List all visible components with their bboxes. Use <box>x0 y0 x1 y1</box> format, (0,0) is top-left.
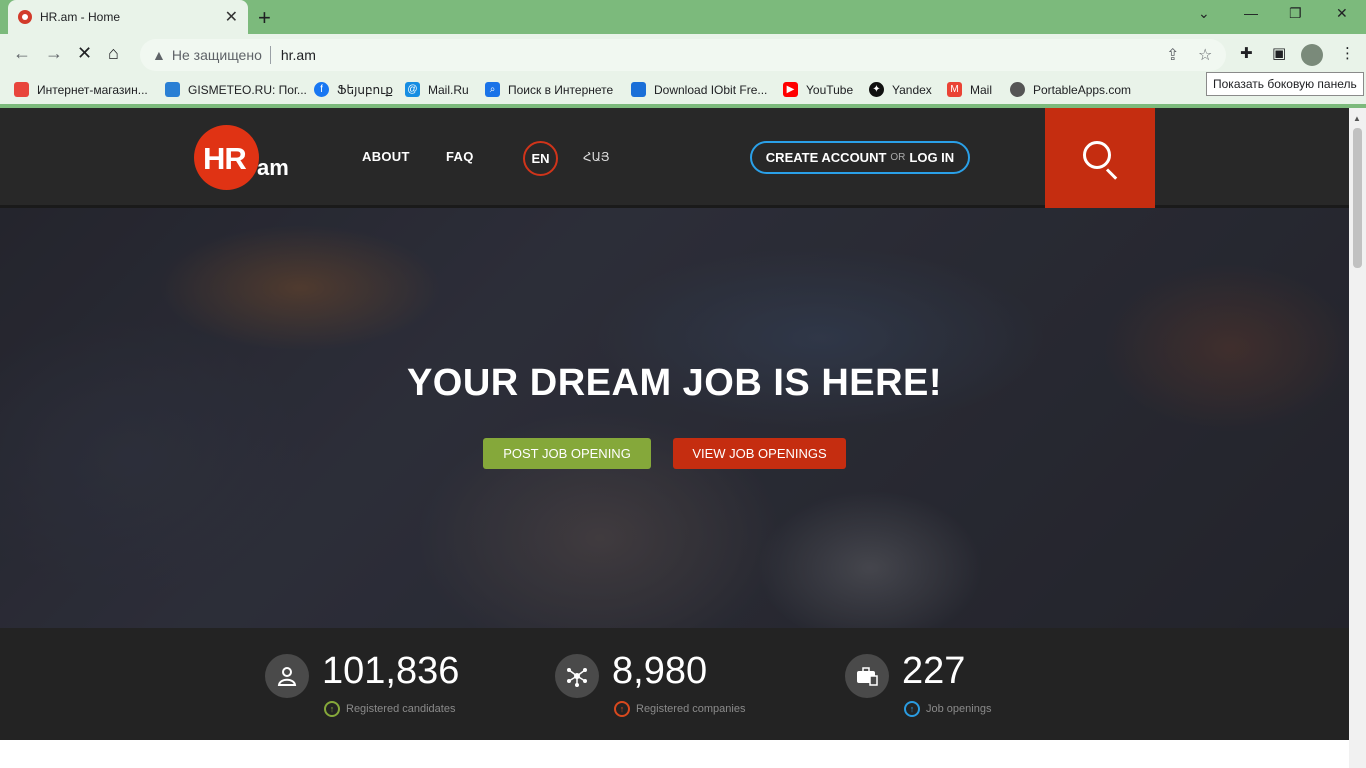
bookmark-item[interactable]: f Ֆեյսբուք <box>314 82 393 97</box>
stats-bar: 101,836 ↑ Registered candidates 8,980 ↑ … <box>0 628 1349 740</box>
bookmark-favicon-icon: @ <box>405 82 420 97</box>
tab-close-icon[interactable]: ✕ <box>225 7 238 27</box>
bookmark-favicon-icon <box>631 82 646 97</box>
bookmark-item[interactable]: ⌕ Поиск в Интернете <box>485 82 613 97</box>
login-link[interactable]: LOG IN <box>909 150 954 165</box>
bookmark-item[interactable]: ✦ Yandex <box>869 82 932 97</box>
arrow-up-icon: ↑ <box>614 701 630 717</box>
arrow-up-icon: ↑ <box>324 701 340 717</box>
tab-search-icon[interactable]: ⌄ <box>1198 5 1210 22</box>
view-job-openings-button[interactable]: VIEW JOB OPENINGS <box>673 438 846 469</box>
minimize-button[interactable]: — <box>1244 5 1258 21</box>
bookmark-favicon-icon: ⌕ <box>485 82 500 97</box>
close-window-button[interactable]: ✕ <box>1336 5 1348 22</box>
scrollbar-thumb[interactable] <box>1353 128 1362 268</box>
browser-tab[interactable]: HR.am - Home ✕ <box>8 0 248 34</box>
stop-loading-icon[interactable]: ✕ <box>77 43 92 64</box>
bookmark-item[interactable]: PortableApps.com <box>1010 82 1131 97</box>
candidates-count: 101,836 <box>322 650 460 692</box>
new-tab-button[interactable]: + <box>258 5 271 31</box>
create-account-link[interactable]: CREATE ACCOUNT <box>766 150 887 165</box>
logo-hr-text: HR <box>203 141 247 176</box>
bookmarks-bar: Интернет-магазин... GISMETEO.RU: Пог... … <box>0 76 1366 104</box>
browser-frame: HR.am - Home ✕ + ⌄ — ❐ ✕ ← → ✕ ⌂ ▲ Не за… <box>0 0 1366 108</box>
maximize-button[interactable]: ❐ <box>1289 5 1302 22</box>
site-header: HR am ABOUT FAQ EN ՀԱՅ CREATE ACCOUNT OR… <box>0 108 1349 208</box>
search-icon <box>1083 141 1111 169</box>
bookmark-item[interactable]: ▶ YouTube <box>783 82 853 97</box>
job-openings-label: ↑ Job openings <box>904 701 991 717</box>
or-separator: OR <box>890 152 906 163</box>
bookmark-star-icon[interactable]: ☆ <box>1198 45 1212 65</box>
create-account-login-button[interactable]: CREATE ACCOUNT OR LOG IN <box>750 141 970 174</box>
nav-faq[interactable]: FAQ <box>446 149 474 164</box>
bookmark-favicon-icon: f <box>314 82 329 97</box>
security-label[interactable]: Не защищено <box>172 47 262 63</box>
language-hy-button[interactable]: ՀԱՅ <box>583 150 610 164</box>
url-text[interactable]: hr.am <box>281 47 316 63</box>
hero-headline: YOUR DREAM JOB IS HERE! <box>406 362 943 404</box>
nav-about[interactable]: ABOUT <box>362 149 410 164</box>
bookmark-item[interactable]: GISMETEO.RU: Пог... <box>165 82 307 97</box>
bookmark-favicon-icon <box>165 82 180 97</box>
side-panel-tooltip: Показать боковую панель <box>1206 72 1364 96</box>
web-page: HR am ABOUT FAQ EN ՀԱՅ CREATE ACCOUNT OR… <box>0 108 1349 768</box>
bookmark-favicon-icon <box>1010 82 1025 97</box>
candidates-label: ↑ Registered candidates <box>324 701 455 717</box>
companies-label: ↑ Registered companies <box>614 701 745 717</box>
page-below-fold <box>0 740 1349 768</box>
candidate-icon <box>265 654 309 698</box>
side-panel-icon[interactable]: ▣ <box>1272 44 1286 62</box>
language-en-button[interactable]: EN <box>523 141 558 176</box>
back-arrow-icon[interactable]: ← <box>13 43 31 64</box>
share-icon[interactable]: ⇪ <box>1166 45 1179 65</box>
yandex-icon: ✦ <box>869 82 884 97</box>
arrow-up-icon: ↑ <box>904 701 920 717</box>
search-button[interactable] <box>1045 108 1155 208</box>
search-icon-handle <box>1105 168 1118 180</box>
menu-kebab-icon[interactable]: ⋮ <box>1340 44 1355 62</box>
address-bar[interactable]: ▲ Не защищено hr.am ⇪ ☆ <box>140 39 1226 71</box>
hr-am-logo[interactable]: HR am <box>194 124 294 192</box>
gmail-icon: M <box>947 82 962 97</box>
scroll-up-icon[interactable]: ▲ <box>1353 114 1361 123</box>
network-icon <box>555 654 599 698</box>
post-job-opening-button[interactable]: POST JOB OPENING <box>483 438 651 469</box>
bookmark-favicon-icon <box>14 82 29 97</box>
tab-strip: HR.am - Home ✕ + ⌄ — ❐ ✕ <box>0 0 1366 34</box>
address-separator <box>269 46 271 64</box>
logo-am-text: am <box>257 155 289 180</box>
hero-banner: YOUR DREAM JOB IS HERE! POST JOB OPENING… <box>0 208 1349 628</box>
job-openings-count: 227 <box>902 650 966 692</box>
companies-count: 8,980 <box>612 650 708 692</box>
browser-toolbar: ← → ✕ ⌂ ▲ Не защищено hr.am ⇪ ☆ ✚ ▣ ⋮ <box>0 34 1366 76</box>
site-favicon-icon <box>18 10 32 24</box>
briefcase-icon <box>845 654 889 698</box>
youtube-icon: ▶ <box>783 82 798 97</box>
tab-title: HR.am - Home <box>40 10 121 24</box>
profile-avatar[interactable] <box>1301 44 1323 66</box>
warning-icon[interactable]: ▲ <box>152 47 166 63</box>
hero-overlay <box>0 208 1349 628</box>
extensions-puzzle-icon[interactable]: ✚ <box>1240 44 1253 62</box>
bookmark-item[interactable]: Download IObit Fre... <box>631 82 767 97</box>
bookmark-item[interactable]: M Mail <box>947 82 992 97</box>
bookmark-item[interactable]: @ Mail.Ru <box>405 82 469 97</box>
page-scrollbar[interactable]: ▲ <box>1349 108 1366 768</box>
home-icon[interactable]: ⌂ <box>108 43 119 64</box>
forward-arrow-icon[interactable]: → <box>45 43 63 64</box>
bookmark-item[interactable]: Интернет-магазин... <box>14 82 148 97</box>
